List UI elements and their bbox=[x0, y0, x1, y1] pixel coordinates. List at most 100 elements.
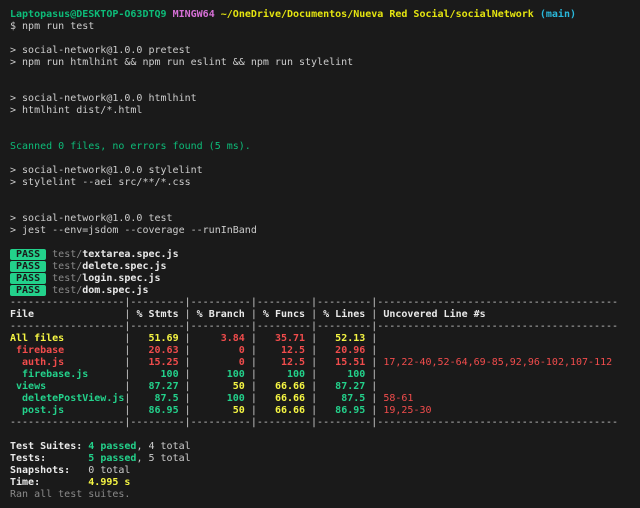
uncovered-lines: 58-61 bbox=[377, 393, 414, 404]
text-segment: 66.66 bbox=[256, 405, 312, 416]
text-segment: Scanned 0 files, no errors found (5 ms). bbox=[10, 141, 251, 152]
coverage-row-views: views | 87.27 | 50 | 66.66 | 87.27 | bbox=[10, 381, 636, 393]
text-segment: | bbox=[371, 369, 378, 380]
test-file-name: login.spec.js bbox=[82, 273, 161, 284]
text-segment: > stylelint --aei src/**/*.css bbox=[10, 177, 191, 188]
summary-time: Time: 4.995 s bbox=[10, 477, 636, 489]
text-segment: -------------------|---------|----------… bbox=[10, 417, 619, 428]
text-segment: 66.66 bbox=[256, 381, 312, 392]
text-segment: > npm run htmlhint && npm run eslint && … bbox=[10, 57, 354, 68]
text-segment: 20.96 bbox=[317, 345, 372, 356]
text-segment: 20.63 bbox=[130, 345, 185, 356]
test-file-dir: test/ bbox=[52, 261, 83, 272]
command-input: $ npm run test bbox=[10, 21, 636, 33]
summary-time-value: 4.995 s bbox=[88, 477, 131, 488]
npm-script-header-stylelint: > social-network@1.0.0 stylelint bbox=[10, 165, 636, 177]
text-segment: 52.13 bbox=[317, 333, 372, 344]
text-segment: > social-network@1.0.0 pretest bbox=[10, 45, 191, 56]
text-segment: File bbox=[10, 309, 125, 320]
test-file-name: textarea.spec.js bbox=[82, 249, 179, 260]
summary-total-count: , 4 total bbox=[136, 441, 191, 452]
text-segment: 50 bbox=[190, 381, 251, 392]
text-segment: 100 bbox=[190, 369, 251, 380]
text-segment: 3.84 bbox=[190, 333, 251, 344]
summary-snapshots: Snapshots: 0 total bbox=[10, 465, 636, 477]
npm-script-header-pretest: > social-network@1.0.0 pretest bbox=[10, 45, 636, 57]
terminal-output[interactable]: Laptopasus@DESKTOP-O63DTQ9 MINGW64 ~/One… bbox=[0, 0, 640, 508]
text-segment: | bbox=[371, 381, 378, 392]
coverage-row-all-files: All files | 51.69 | 3.84 | 35.71 | 52.13… bbox=[10, 333, 636, 345]
text-segment: All files bbox=[10, 333, 125, 344]
text-segment: auth.js bbox=[10, 357, 125, 368]
text-segment: 51.69 bbox=[130, 333, 185, 344]
coverage-row-post-js: post.js | 86.95 | 50 | 66.66 | 86.95 | 1… bbox=[10, 405, 636, 417]
text-segment: 12.5 bbox=[256, 357, 312, 368]
text-segment: Uncovered Line #s bbox=[377, 309, 486, 320]
htmlhint-result: Scanned 0 files, no errors found (5 ms). bbox=[10, 141, 636, 153]
text-segment: 35.71 bbox=[256, 333, 312, 344]
text-segment: > htmlhint dist/*.html bbox=[10, 105, 143, 116]
coverage-row-auth-js: auth.js | 15.25 | 0 | 12.5 | 15.51 | 17,… bbox=[10, 357, 636, 369]
text-segment: firebase.js bbox=[10, 369, 125, 380]
text-segment: 0 bbox=[190, 345, 251, 356]
text-segment: 87.27 bbox=[317, 381, 372, 392]
text-segment: -------------------|---------|----------… bbox=[10, 321, 619, 332]
text-segment: 0 bbox=[190, 357, 251, 368]
text-segment: 15.51 bbox=[317, 357, 372, 368]
prompt-cwd: ~/OneDrive/Documentos/Nueva Red Social/s… bbox=[220, 9, 534, 20]
test-file-dir: test/ bbox=[52, 285, 83, 296]
pass-badge: PASS bbox=[10, 261, 47, 272]
text-segment: 100 bbox=[130, 369, 185, 380]
prompt-git-branch: (main) bbox=[539, 9, 576, 20]
summary-label: Tests: bbox=[10, 453, 89, 464]
uncovered-lines: 17,22-40,52-64,69-85,92,96-102,107-112 bbox=[377, 357, 613, 368]
text-segment: 86.95 bbox=[317, 405, 372, 416]
text-segment: 12.5 bbox=[256, 345, 312, 356]
text-segment: % Lines bbox=[317, 309, 372, 320]
text-segment: 100 bbox=[190, 393, 251, 404]
text-segment: firebase bbox=[10, 345, 125, 356]
text-segment: 86.95 bbox=[130, 405, 185, 416]
text-segment: > social-network@1.0.0 stylelint bbox=[10, 165, 203, 176]
coverage-row-firebase: firebase | 20.63 | 0 | 12.5 | 20.96 | bbox=[10, 345, 636, 357]
text-segment: deletePostView.js bbox=[10, 393, 125, 404]
text-segment: > social-network@1.0.0 htmlhint bbox=[10, 93, 197, 104]
text-segment: 87.5 bbox=[317, 393, 372, 404]
summary-footer: Ran all test suites. bbox=[10, 489, 636, 501]
text-segment: | bbox=[371, 345, 378, 356]
test-result-textarea: PASS test/textarea.spec.js bbox=[10, 249, 636, 261]
test-result-delete: PASS test/delete.spec.js bbox=[10, 261, 636, 273]
test-result-dom: PASS test/dom.spec.js bbox=[10, 285, 636, 297]
test-result-login: PASS test/login.spec.js bbox=[10, 273, 636, 285]
pass-badge: PASS bbox=[10, 285, 47, 296]
text-segment: 100 bbox=[256, 369, 312, 380]
npm-script-command-stylelint: > stylelint --aei src/**/*.css bbox=[10, 177, 636, 189]
text-segment: -------------------|---------|----------… bbox=[10, 297, 619, 308]
text-segment: | bbox=[371, 333, 378, 344]
terminal-screen: { "colors": { "background": "#1a1a1a", "… bbox=[0, 0, 640, 508]
pass-badge: PASS bbox=[10, 273, 47, 284]
test-file-name: dom.spec.js bbox=[82, 285, 149, 296]
pass-badge: PASS bbox=[10, 249, 47, 260]
summary-total-count: 0 total bbox=[88, 465, 131, 476]
coverage-table-separator: -------------------|---------|----------… bbox=[10, 297, 636, 309]
coverage-table-separator: -------------------|---------|----------… bbox=[10, 321, 636, 333]
text-segment: 50 bbox=[190, 405, 251, 416]
npm-script-command-htmlhint: > htmlhint dist/*.html bbox=[10, 105, 636, 117]
npm-script-command-test: > jest --env=jsdom --coverage --runInBan… bbox=[10, 225, 636, 237]
typed-command: $ npm run test bbox=[10, 21, 95, 32]
uncovered-lines: 19,25-30 bbox=[377, 405, 432, 416]
summary-passed-count: 4 passed bbox=[88, 441, 137, 452]
text-segment: % Funcs bbox=[256, 309, 312, 320]
coverage-table-separator: -------------------|---------|----------… bbox=[10, 417, 636, 429]
text-segment: post.js bbox=[10, 405, 125, 416]
npm-script-command-pretest: > npm run htmlhint && npm run eslint && … bbox=[10, 57, 636, 69]
prompt-platform: MINGW64 bbox=[172, 9, 215, 20]
text-segment: 87.27 bbox=[130, 381, 185, 392]
